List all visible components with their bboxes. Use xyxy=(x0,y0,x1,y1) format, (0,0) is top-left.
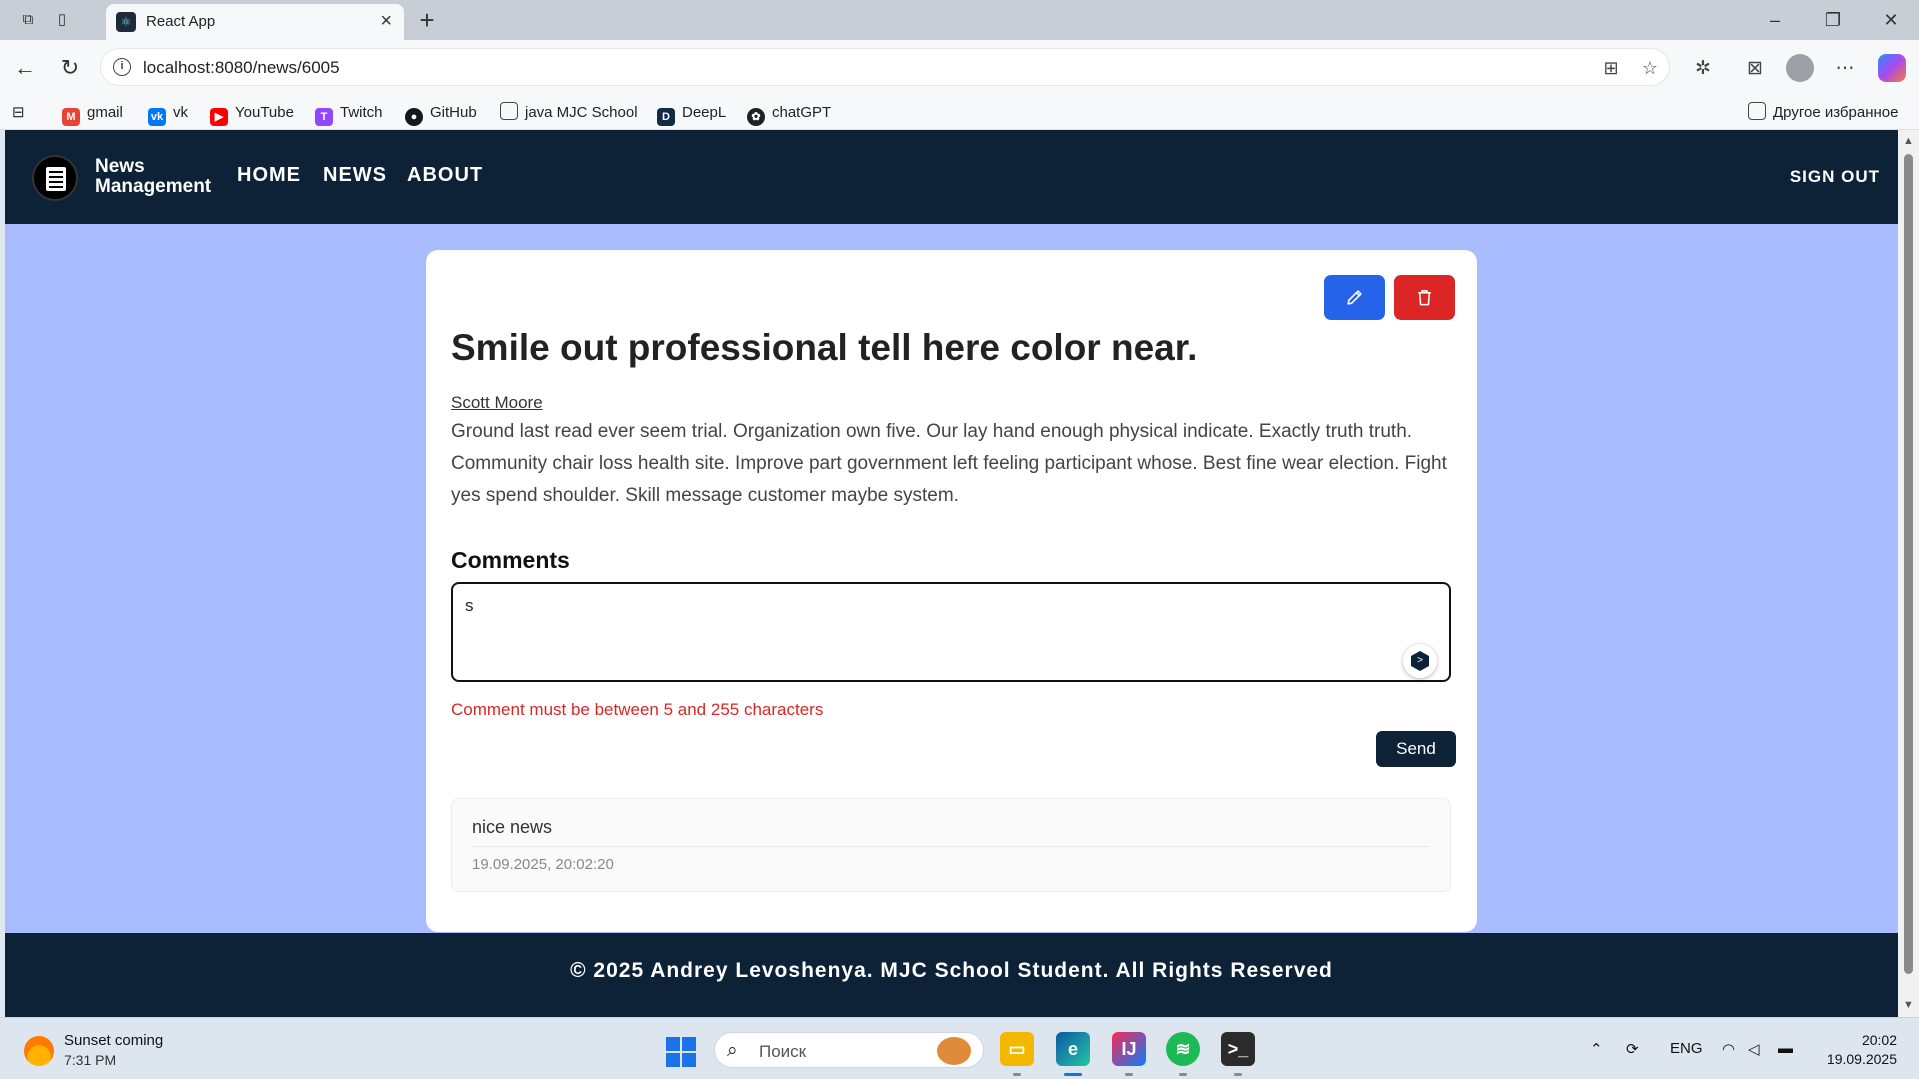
screenshot-icon[interactable]: ⊠ xyxy=(1740,54,1770,84)
site-info-icon[interactable]: i xyxy=(113,58,131,76)
close-tab-icon[interactable]: × xyxy=(380,10,392,32)
vk-icon: vk xyxy=(148,108,166,126)
bookmark-github[interactable]: ● GitHub xyxy=(405,102,477,126)
weather-time[interactable]: 7:31 PM xyxy=(64,1052,116,1068)
extensions-icon[interactable]: ✲ xyxy=(1688,54,1718,84)
browser-toolbar: ← ↻ i localhost:8080/news/6005 ⊞ ☆ ✲ ⊠ ⋯ xyxy=(0,40,1919,96)
nav-news[interactable]: NEWS xyxy=(323,164,387,187)
send-button[interactable]: Send xyxy=(1376,731,1456,767)
wifi-icon[interactable]: ◠ xyxy=(1722,1040,1735,1058)
folder-icon xyxy=(1748,102,1766,120)
pencil-icon xyxy=(1347,290,1362,305)
news-body: Ground last read ever seem trial. Organi… xyxy=(451,421,1447,506)
terminal-icon[interactable]: >_ xyxy=(1221,1032,1255,1066)
page-viewport: News Management HOME NEWS ABOUT SIGN OUT… xyxy=(5,130,1898,1017)
comments-heading: Comments xyxy=(451,547,570,573)
windows-start-icon[interactable] xyxy=(666,1037,696,1067)
bookmark-vk[interactable]: vk vk xyxy=(148,102,188,126)
reload-button[interactable]: ↻ xyxy=(55,53,85,83)
clock-time: 20:02 xyxy=(1861,1032,1897,1048)
bookmark-java-mjc-school[interactable]: java MJC School xyxy=(500,102,638,124)
comment-divider xyxy=(472,846,1430,847)
weather-title[interactable]: Sunset coming xyxy=(64,1032,163,1049)
browser-tab[interactable]: ⚛ React App × xyxy=(106,4,404,40)
gmail-icon: M xyxy=(62,108,80,126)
deepl-icon: D xyxy=(657,108,675,126)
twitch-icon: T xyxy=(315,108,333,126)
spotify-icon[interactable]: ≋ xyxy=(1166,1032,1200,1066)
delete-button[interactable] xyxy=(1394,275,1455,320)
github-icon: ● xyxy=(405,108,423,126)
tab-title: React App xyxy=(146,13,216,30)
news-title: Smile out professional tell here color n… xyxy=(451,327,1198,368)
close-window-button[interactable]: ✕ xyxy=(1876,6,1906,34)
more-menu-icon[interactable]: ⋯ xyxy=(1830,54,1860,84)
sunset-weather-icon[interactable] xyxy=(24,1036,54,1066)
new-tab-button[interactable]: + xyxy=(412,5,442,35)
workspaces-icon[interactable]: ⧉ xyxy=(16,8,40,32)
bookmark-gmail[interactable]: Mgmail xyxy=(62,102,123,126)
bookmark-twitch[interactable]: T Twitch xyxy=(315,102,383,126)
back-button[interactable]: ← xyxy=(10,53,40,83)
show-hidden-icons-icon[interactable]: ⌃ xyxy=(1590,1040,1603,1058)
browser-tab-strip: ⧉ ▯ ⚛ React App × + – ❐ ✕ xyxy=(0,0,1919,40)
news-card: Smile out professional tell here color n… xyxy=(426,250,1477,932)
grammar-extension-icon[interactable]: > xyxy=(1403,644,1437,678)
minimize-button[interactable]: – xyxy=(1760,6,1790,34)
nav-about[interactable]: ABOUT xyxy=(407,164,483,187)
favorite-star-icon[interactable]: ☆ xyxy=(1637,55,1663,81)
nav-home[interactable]: HOME xyxy=(237,164,301,187)
news-logo-icon[interactable] xyxy=(32,155,78,201)
windows-taskbar: Sunset coming 7:31 PM ⌕ Поиск ▭ e IJ ≋ >… xyxy=(0,1017,1919,1079)
bookmark-chatgpt[interactable]: ✿ chatGPT xyxy=(747,102,831,126)
edge-icon[interactable]: e xyxy=(1056,1032,1090,1066)
folder-icon xyxy=(500,102,518,120)
clock-date: 19.09.2025 xyxy=(1826,1051,1897,1067)
sync-icon[interactable]: ⟳ xyxy=(1626,1040,1639,1058)
scroll-thumb[interactable] xyxy=(1904,154,1913,974)
footer-copyright: © 2025 Andrey Levoshenya. MJC School Stu… xyxy=(570,959,1333,982)
comment-date: 19.09.2025, 20:02:20 xyxy=(472,856,614,873)
taskbar-search[interactable]: ⌕ Поиск xyxy=(714,1032,984,1068)
copilot-icon[interactable] xyxy=(1878,54,1906,82)
app-available-icon[interactable]: ⊞ xyxy=(1598,55,1624,81)
intellij-icon[interactable]: IJ xyxy=(1112,1032,1146,1066)
youtube-icon: ▶ xyxy=(210,108,228,126)
system-clock[interactable]: 20:02 19.09.2025 xyxy=(1827,1031,1897,1069)
file-explorer-icon[interactable]: ▭ xyxy=(1000,1032,1034,1066)
restore-button[interactable]: ❐ xyxy=(1818,6,1848,34)
scroll-down-icon[interactable]: ▼ xyxy=(1902,998,1915,1012)
bookmark-youtube[interactable]: ▶ YouTube xyxy=(210,102,294,126)
address-bar[interactable]: i localhost:8080/news/6005 ⊞ ☆ xyxy=(100,48,1670,86)
battery-icon[interactable]: ▬ xyxy=(1778,1040,1793,1057)
author-link[interactable]: Scott Moore xyxy=(451,393,543,413)
profile-avatar[interactable] xyxy=(1786,54,1814,82)
react-icon: ⚛ xyxy=(116,12,136,32)
page-scrollbar[interactable]: ▲ ▼ xyxy=(1898,130,1919,1017)
chatgpt-icon: ✿ xyxy=(747,108,765,126)
comment-text: nice news xyxy=(472,817,553,837)
input-language[interactable]: ENG xyxy=(1670,1040,1703,1057)
search-placeholder: Поиск xyxy=(759,1042,807,1061)
sign-out-button[interactable]: SIGN OUT xyxy=(1790,167,1880,187)
search-icon: ⌕ xyxy=(727,1040,738,1061)
scroll-up-icon[interactable]: ▲ xyxy=(1902,134,1915,148)
bookmarks-toggle-icon[interactable]: ⊟ xyxy=(12,102,25,124)
trash-icon xyxy=(1418,289,1431,306)
comment-input[interactable] xyxy=(451,582,1451,682)
bookmark-deepl[interactable]: D DeepL xyxy=(657,102,726,126)
vertical-tabs-icon[interactable]: ▯ xyxy=(50,8,74,32)
search-highlight-icon xyxy=(937,1037,971,1065)
brand-name[interactable]: News Management xyxy=(95,157,211,197)
comment-item: nice news 19.09.2025, 20:02:20 xyxy=(451,798,1451,892)
app-header: News Management HOME NEWS ABOUT SIGN OUT xyxy=(5,130,1898,224)
comment-error-message: Comment must be between 5 and 255 charac… xyxy=(451,700,824,719)
address-url[interactable]: localhost:8080/news/6005 xyxy=(143,58,340,78)
volume-icon[interactable]: ◁ xyxy=(1748,1040,1760,1058)
bookmarks-bar: ⊟ Mgmail vk vk ▶ YouTube T Twitch ● GitHub j… xyxy=(0,96,1919,130)
other-favorites[interactable]: Другое избранное xyxy=(1748,102,1898,124)
edit-button[interactable] xyxy=(1324,275,1385,320)
app-footer: © 2025 Andrey Levoshenya. MJC School Stu… xyxy=(5,933,1898,1017)
